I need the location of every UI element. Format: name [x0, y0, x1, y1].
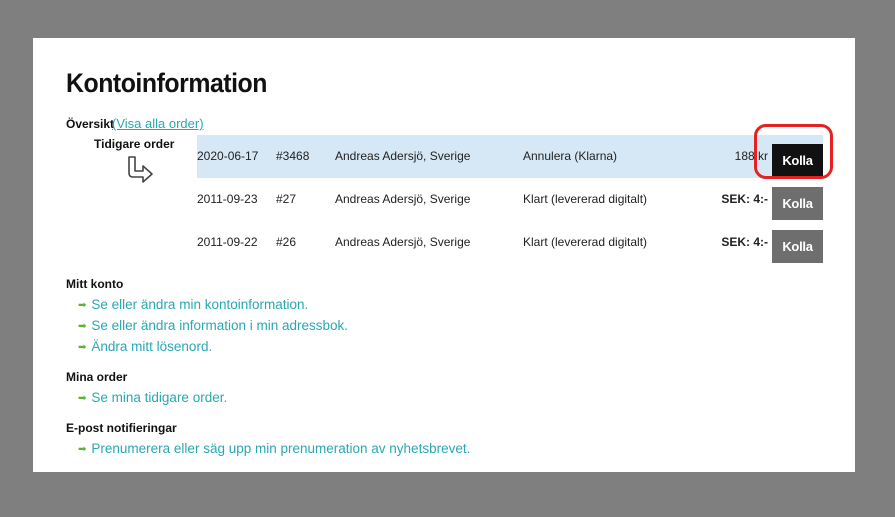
order-status: Annulera (Klarna) — [523, 149, 618, 163]
order-customer: Andreas Adersjö, Sverige — [335, 149, 471, 163]
previous-orders-label: Tidigare order — [94, 137, 175, 151]
order-status: Klart (levererad digitalt) — [523, 192, 648, 206]
order-number: #27 — [276, 192, 297, 206]
order-date: 2011-09-22 — [197, 235, 258, 249]
link-label: Se mina tidigare order. — [91, 390, 228, 405]
order-date: 2020-06-17 — [197, 149, 259, 163]
highlight-annotation — [754, 124, 833, 179]
link-label: Se eller ändra min kontoinformation. — [91, 297, 309, 312]
edit-address-book-link[interactable]: ➡ Se eller ändra information i min adress… — [78, 318, 348, 333]
order-customer: Andreas Adersjö, Sverige — [335, 235, 471, 249]
edit-account-info-link[interactable]: ➡ Se eller ändra min kontoinformation. — [78, 297, 308, 312]
account-panel: Kontoinformation Översikt (Visa alla ord… — [33, 38, 855, 472]
order-number: #26 — [276, 235, 297, 249]
view-all-orders-link[interactable]: (Visa alla order) — [112, 116, 204, 131]
change-password-link[interactable]: ➡ Ändra mitt lösenord. — [78, 339, 212, 354]
email-notifications-title: E-post notifieringar — [66, 421, 177, 435]
my-orders-title: Mina order — [66, 370, 128, 384]
arrow-right-icon: ➡ — [78, 393, 87, 404]
link-label: Se eller ändra information i min adressb… — [91, 318, 349, 333]
order-customer: Andreas Adersjö, Sverige — [335, 192, 471, 206]
arrow-right-icon: ➡ — [78, 342, 87, 353]
arrow-right-icon: ➡ — [78, 300, 87, 311]
newsletter-subscription-link[interactable]: ➡ Prenumerera eller säg upp min prenumera… — [78, 441, 470, 456]
my-account-title: Mitt konto — [66, 277, 124, 291]
order-date: 2011-09-23 — [197, 192, 258, 206]
view-previous-orders-link[interactable]: ➡ Se mina tidigare order. — [78, 390, 227, 405]
overview-label: Översikt — [66, 117, 115, 131]
order-number: #3468 — [276, 149, 310, 163]
kolla-button[interactable]: Kolla — [772, 187, 823, 220]
link-label: Ändra mitt lösenord. — [91, 339, 213, 354]
arrow-right-icon: ➡ — [78, 321, 87, 332]
kolla-button[interactable]: Kolla — [772, 230, 823, 263]
order-row: 2011-09-22 #26 Andreas Adersjö, Sverige … — [197, 221, 823, 264]
arrow-right-icon: ➡ — [78, 444, 87, 455]
order-row: 2011-09-23 #27 Andreas Adersjö, Sverige … — [197, 178, 823, 221]
page-title: Kontoinformation — [66, 68, 267, 98]
order-amount: SEK: 4:- — [721, 235, 768, 249]
order-row: 2020-06-17 #3468 Andreas Adersjö, Sverig… — [197, 135, 823, 178]
curved-arrow-icon — [128, 156, 153, 183]
link-label: Prenumerera eller säg upp min prenumerat… — [91, 441, 471, 456]
order-amount: SEK: 4:- — [721, 192, 768, 206]
order-status: Klart (levererad digitalt) — [523, 235, 648, 249]
